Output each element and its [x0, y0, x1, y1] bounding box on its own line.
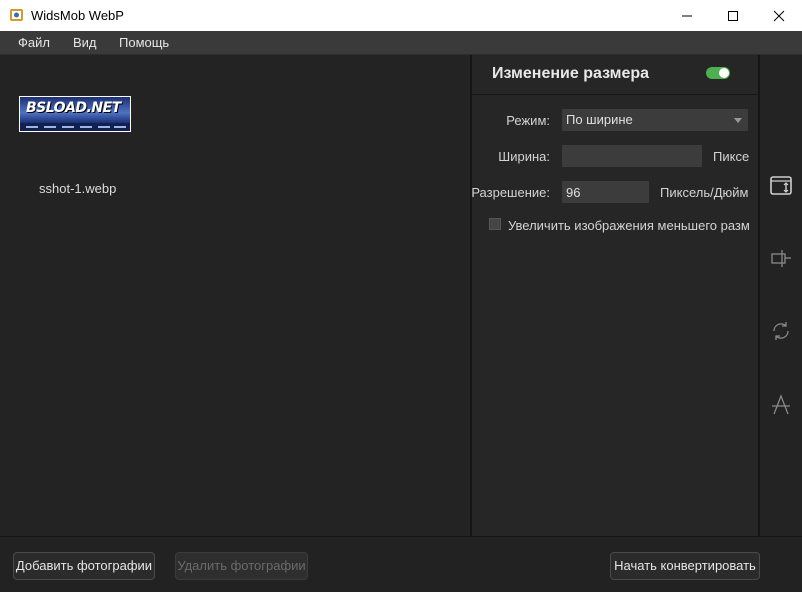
- resize-tool-button[interactable]: [764, 168, 798, 202]
- rotate-icon: [773, 322, 789, 340]
- rotate-tool-button[interactable]: [764, 314, 798, 348]
- title-bar: WidsMob WebP: [0, 0, 802, 31]
- remove-photos-button[interactable]: Удалить фотографии: [175, 552, 308, 580]
- crop-icon: [771, 250, 791, 267]
- width-unit: Пиксе: [713, 149, 750, 164]
- menu-bar: Файл Вид Помощь: [0, 31, 802, 55]
- menu-help[interactable]: Помощь: [119, 35, 169, 50]
- resolution-label: Разрешение:: [472, 185, 550, 200]
- resize-toggle[interactable]: [706, 67, 730, 79]
- mode-label: Режим:: [506, 113, 550, 128]
- bottom-bar: Добавить фотографии Удалить фотографии Н…: [0, 536, 802, 592]
- enlarge-label: Увеличить изображения меньшего разм: [508, 218, 750, 233]
- resolution-unit: Пиксель/Дюйм: [660, 185, 749, 200]
- enlarge-checkbox[interactable]: [489, 218, 501, 230]
- file-name[interactable]: sshot-1.webp: [39, 181, 116, 196]
- chevron-down-icon: [734, 118, 742, 123]
- file-list-panel: BSLOAD.NET sshot-1.webp: [0, 55, 470, 536]
- start-convert-button[interactable]: Начать конвертировать: [610, 552, 760, 580]
- mode-select[interactable]: По ширине: [562, 109, 748, 131]
- toggle-knob: [719, 68, 729, 78]
- close-icon: [773, 10, 785, 22]
- maximize-icon: [728, 11, 738, 21]
- settings-divider: [472, 94, 758, 95]
- minimize-button[interactable]: [664, 0, 710, 31]
- crop-tool-button[interactable]: [764, 241, 798, 275]
- resize-icon: [770, 176, 792, 195]
- tool-strip: [760, 55, 802, 536]
- minimize-icon: [682, 15, 692, 17]
- resolution-input[interactable]: [562, 181, 649, 203]
- thumbnail-logo-text: BSLOAD.NET: [26, 100, 121, 116]
- watermark-icon: [772, 394, 790, 415]
- file-thumbnail[interactable]: BSLOAD.NET: [19, 96, 131, 132]
- resize-settings-panel: Изменение размера Режим: По ширине Ширин…: [472, 55, 758, 536]
- width-label: Ширина:: [498, 149, 550, 164]
- maximize-button[interactable]: [710, 0, 756, 31]
- menu-view[interactable]: Вид: [73, 35, 97, 50]
- watermark-tool-button[interactable]: [764, 388, 798, 422]
- window-title: WidsMob WebP: [31, 8, 124, 23]
- add-photos-button[interactable]: Добавить фотографии: [13, 552, 155, 580]
- menu-file[interactable]: Файл: [18, 35, 50, 50]
- settings-title: Изменение размера: [492, 65, 650, 82]
- app-icon: [9, 7, 25, 23]
- width-input[interactable]: [562, 145, 702, 167]
- close-button[interactable]: [756, 0, 802, 31]
- mode-select-value: По ширине: [566, 112, 633, 127]
